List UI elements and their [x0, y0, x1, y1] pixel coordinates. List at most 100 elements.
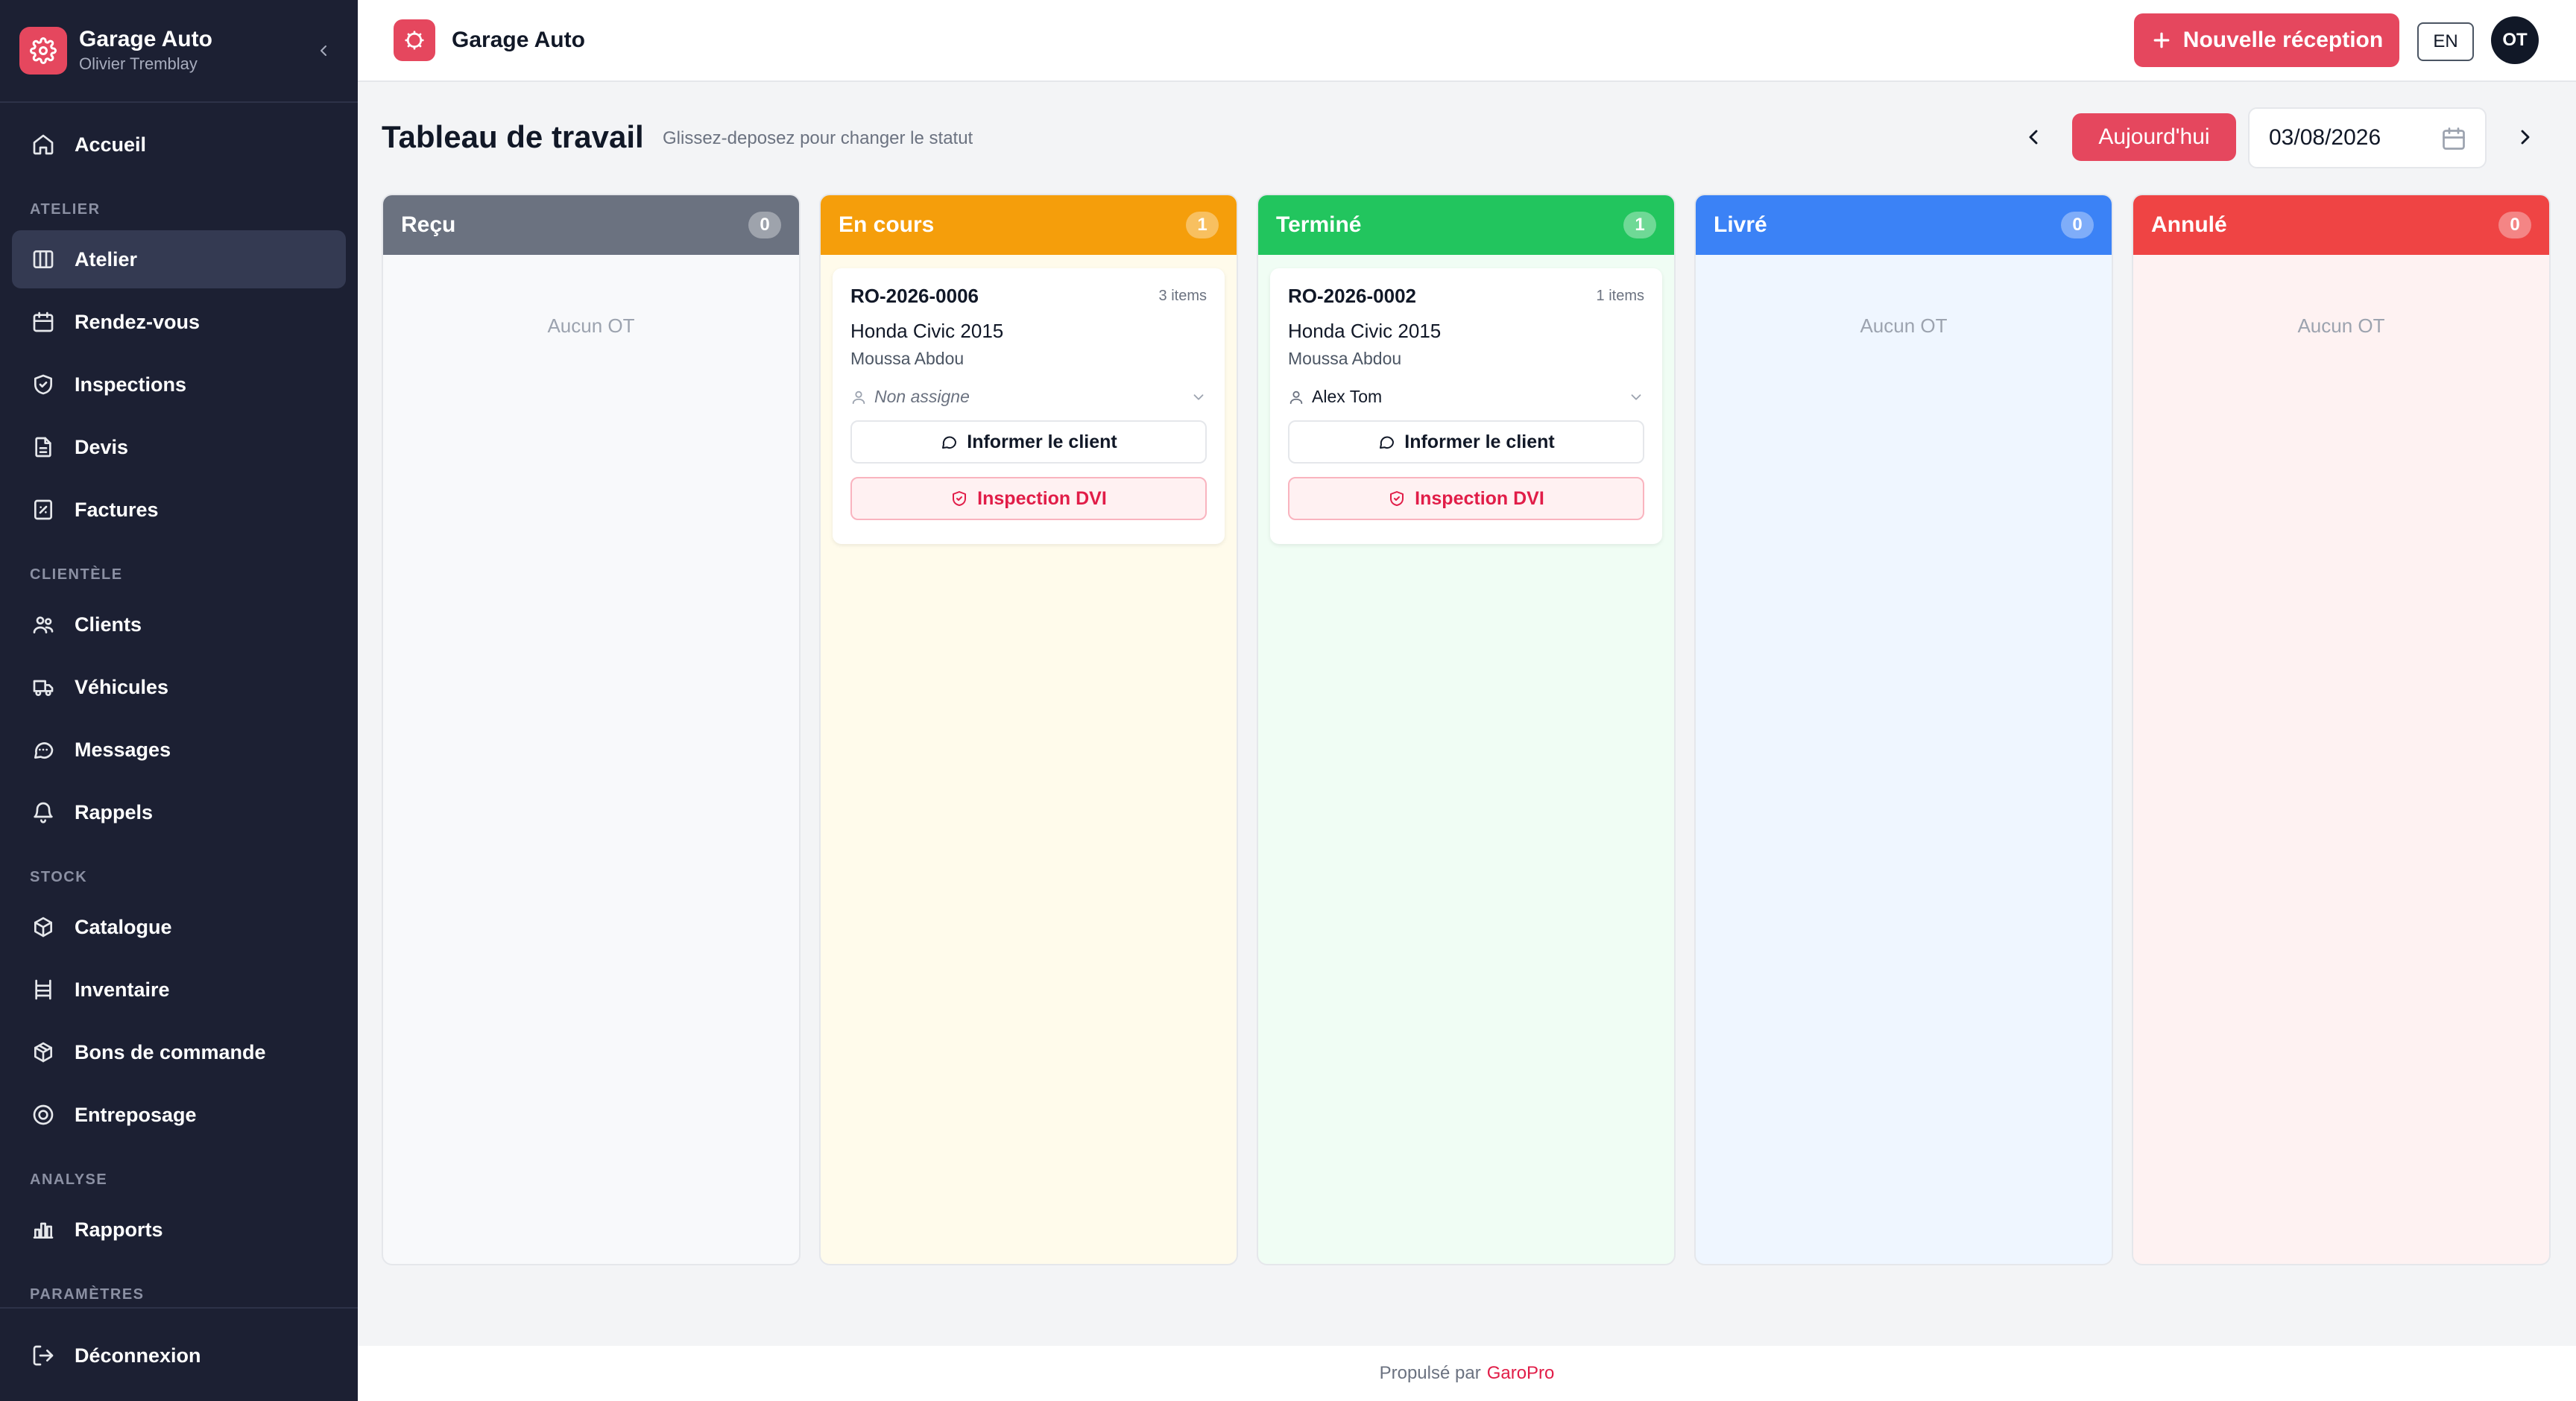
footer: Propulsé par GaroPro	[358, 1346, 2576, 1401]
topbar-title: Garage Auto	[452, 28, 585, 52]
date-picker-input[interactable]: 03/08/2026	[2248, 107, 2487, 168]
dvi-inspection-label: Inspection DVI	[1415, 487, 1544, 509]
customer-name: Moussa Abdou	[1288, 349, 1402, 368]
inform-client-label: Informer le client	[967, 431, 1117, 452]
sidebar-item-quotes[interactable]: Devis	[12, 418, 346, 476]
item-count: 3 items	[1158, 288, 1207, 304]
column-in-progress[interactable]: En cours 1 RO-2026-0006 3 items Honda Ci…	[819, 194, 1238, 1265]
new-reception-button[interactable]: Nouvelle réception	[2134, 13, 2399, 67]
column-title: Annulé	[2151, 212, 2227, 237]
sidebar-item-label: Rendez-vous	[75, 310, 201, 333]
dvi-inspection-button[interactable]: Inspection DVI	[1288, 477, 1644, 520]
sidebar-item-purchase-orders[interactable]: Bons de commande	[12, 1023, 346, 1081]
sidebar-item-label: Factures	[75, 498, 159, 521]
collapse-sidebar-button[interactable]	[309, 36, 338, 66]
next-day-button[interactable]	[2509, 121, 2542, 154]
section-label-workshop: ATELIER	[30, 201, 101, 218]
sidebar-item-inventory[interactable]: Inventaire	[12, 961, 346, 1019]
empty-state: Aucun OT	[2297, 314, 2385, 337]
column-count-badge: 0	[2061, 212, 2094, 238]
column-title: Terminé	[1276, 212, 1362, 237]
sidebar-item-label: Messages	[75, 738, 171, 761]
footer-brand-link[interactable]: GaroPro	[1487, 1363, 1555, 1384]
shield-check-icon	[1390, 491, 1404, 506]
sidebar-header: Garage Auto Olivier Tremblay	[0, 0, 358, 103]
sidebar-item-reports[interactable]: Rapports	[12, 1201, 346, 1259]
column-count-badge: 0	[2498, 212, 2531, 238]
column-count-badge: 0	[748, 212, 781, 238]
sidebar: Garage Auto Olivier Tremblay Accueil ATE…	[0, 0, 358, 1401]
language-toggle[interactable]: EN	[2417, 22, 2474, 61]
sidebar-item-messages[interactable]: Messages	[12, 721, 346, 779]
sidebar-item-label: Véhicules	[75, 675, 169, 698]
plus-icon	[2153, 32, 2170, 48]
box-icon	[30, 914, 57, 940]
inform-client-button[interactable]: Informer le client	[850, 420, 1207, 464]
work-order-card[interactable]: RO-2026-0002 1 items Honda Civic 2015 Mo…	[1270, 268, 1662, 544]
calendar-icon[interactable]	[2440, 125, 2467, 152]
home-icon	[30, 131, 57, 158]
previous-day-button[interactable]	[2017, 121, 2050, 154]
vehicle-name: Honda Civic 2015	[850, 320, 1004, 342]
section-label-settings: PARAMÈTRES	[30, 1286, 145, 1303]
column-delivered[interactable]: Livré 0 Aucun OT	[1694, 194, 2113, 1265]
column-title: En cours	[839, 212, 935, 237]
gear-icon	[19, 27, 67, 75]
assignee-select[interactable]: Non assigne	[850, 387, 1207, 407]
brand-title: Garage Auto	[79, 27, 212, 51]
columns-icon	[30, 246, 57, 273]
shield-check-icon	[30, 371, 57, 398]
work-order-card[interactable]: RO-2026-0006 3 items Honda Civic 2015 Mo…	[833, 268, 1225, 544]
dvi-inspection-button[interactable]: Inspection DVI	[850, 477, 1207, 520]
sidebar-item-invoices[interactable]: Factures	[12, 481, 346, 539]
sidebar-item-label: Rappels	[75, 800, 154, 823]
logout-button[interactable]: Déconnexion	[12, 1326, 346, 1385]
receipt-icon	[30, 496, 57, 523]
sidebar-item-workshop[interactable]: Atelier	[12, 230, 346, 288]
sidebar-item-label: Accueil	[75, 133, 147, 156]
empty-state: Aucun OT	[1860, 314, 1948, 337]
column-cancelled[interactable]: Annulé 0 Aucun OT	[2132, 194, 2551, 1265]
sidebar-item-label: Inspections	[75, 373, 187, 396]
user-icon	[1289, 390, 1303, 404]
chevron-right-icon	[2521, 130, 2530, 145]
column-title: Livré	[1714, 212, 1767, 237]
inform-client-button[interactable]: Informer le client	[1288, 420, 1644, 464]
sidebar-item-catalog[interactable]: Catalogue	[12, 898, 346, 956]
shield-check-icon	[953, 491, 967, 506]
column-header: Livré 0	[1696, 195, 2112, 255]
sidebar-item-home[interactable]: Accueil	[12, 116, 346, 174]
work-order-number: RO-2026-0002	[1288, 285, 1416, 307]
package-icon	[30, 1039, 57, 1066]
sidebar-item-clients[interactable]: Clients	[12, 595, 346, 654]
item-count: 1 items	[1596, 288, 1644, 304]
app-logo-icon	[394, 19, 435, 61]
sidebar-item-vehicles[interactable]: Véhicules	[12, 658, 346, 716]
sidebar-item-label: Inventaire	[75, 978, 170, 1001]
sidebar-item-appointments[interactable]: Rendez-vous	[12, 293, 346, 351]
sidebar-item-label: Devis	[75, 435, 129, 458]
column-received[interactable]: Reçu 0 Aucun OT	[382, 194, 801, 1265]
footer-prefix: Propulsé par	[1379, 1363, 1481, 1383]
message-icon	[30, 736, 57, 763]
sidebar-item-inspections[interactable]: Inspections	[12, 355, 346, 414]
page-title: Tableau de travail	[382, 119, 644, 154]
dvi-inspection-label: Inspection DVI	[977, 487, 1107, 509]
sidebar-item-label: Clients	[75, 613, 142, 636]
sidebar-brand: Garage Auto Olivier Tremblay	[79, 26, 309, 75]
sidebar-item-reminders[interactable]: Rappels	[12, 783, 346, 841]
user-icon	[852, 390, 865, 404]
brand-user: Olivier Tremblay	[79, 54, 198, 73]
column-count-badge: 1	[1623, 212, 1656, 238]
bell-icon	[30, 799, 57, 826]
new-reception-label: Nouvelle réception	[2182, 28, 2384, 52]
section-label-clientele: CLIENTÈLE	[30, 566, 123, 583]
assignee-select[interactable]: Alex Tom	[1288, 387, 1644, 407]
assignee-value: Alex Tom	[1312, 387, 1383, 406]
sidebar-item-storage[interactable]: Entreposage	[12, 1086, 346, 1144]
truck-icon	[30, 674, 57, 700]
sidebar-item-label: Entreposage	[75, 1103, 197, 1126]
today-button[interactable]: Aujourd'hui	[2072, 113, 2236, 161]
avatar[interactable]: OT	[2491, 16, 2539, 64]
column-completed[interactable]: Terminé 1 RO-2026-0002 1 items Honda Civ…	[1257, 194, 1676, 1265]
